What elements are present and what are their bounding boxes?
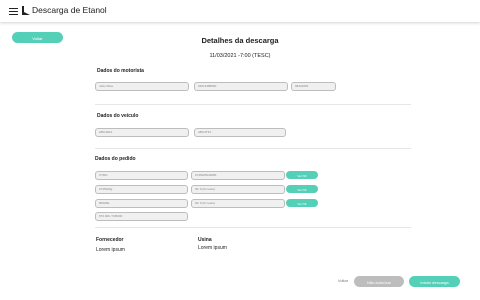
supplier-value: Lorem ipsum [96,247,125,253]
driver-document-field[interactable]: 04613388590 [194,82,288,91]
start-unloading-button[interactable]: Iniciar descarga [409,276,460,287]
order-field[interactable]: 80020E [95,199,188,208]
divider [95,148,411,149]
plant-value: Lorem ipsum [198,245,227,251]
divider [95,104,411,105]
app-title: Descarga de Etanol [32,5,107,15]
plant-label: Usina [198,237,212,243]
reject-button: Não autorizar [354,276,404,287]
driver-id-field[interactable]: 08432052 [291,82,336,91]
supplier-label: Fornecedor [96,237,124,243]
view-nf-button[interactable]: Ver NF [286,185,318,193]
vehicle-plate-field[interactable]: ABC4D12 [95,128,189,137]
section-title-veiculo: Dados do veículo [97,113,139,119]
trailer-plate-field[interactable]: ABC4T34 [194,128,286,137]
order-field[interactable]: 0745200g [95,185,188,194]
page-title: Detalhes da descarga [201,36,279,45]
view-nf-button[interactable]: Ver NF [286,171,318,179]
driver-name-field[interactable]: João Silva [95,82,189,91]
divider [95,227,411,228]
view-nf-button[interactable]: Ver NF [286,199,318,207]
logo-icon [22,6,30,15]
section-title-pedido: Dados do pedido [95,156,136,162]
invoice-field[interactable]: NF 0 (frs teste) [191,199,285,208]
section-title-motorista: Dados do motorista [97,68,144,74]
footer-back-link[interactable]: Voltar [332,278,354,283]
volume-field[interactable]: 670.000 / 545000 [95,212,188,221]
order-field[interactable]: UTRG [95,171,188,180]
page-date: 11/03/2021 -7:00 (TESC) [209,53,271,59]
menu-icon[interactable] [9,8,18,15]
invoice-field[interactable]: 0745205040081 [191,171,285,180]
app-header: Descarga de Etanol [0,0,480,22]
invoice-field[interactable]: NF 0 (frs teste) [191,185,285,194]
